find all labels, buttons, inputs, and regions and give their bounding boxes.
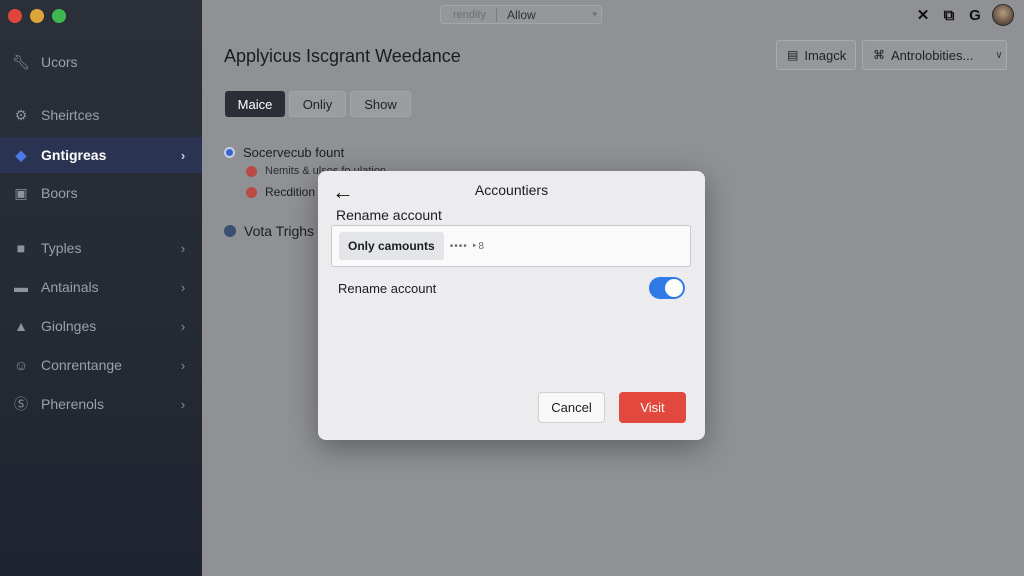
search-value: Allow: [507, 7, 536, 22]
tree-root-label: Vota Trighs: [244, 223, 315, 239]
segment-show[interactable]: Show: [350, 91, 411, 117]
search-placeholder: rendity: [453, 8, 487, 21]
sidebar-item-label: Gntigreas: [41, 147, 107, 163]
sidebar-item-label: Antainals: [41, 279, 99, 295]
maximize-window-button[interactable]: [52, 9, 66, 23]
toggle-label: Rename account: [338, 281, 437, 296]
account-chip[interactable]: Only camounts: [339, 232, 444, 260]
rename-account-dialog: Accountiers ← Rename account Only camoun…: [318, 171, 705, 440]
sidebar-item-gntigreas[interactable]: ◆ Gntigreas ›: [0, 137, 202, 173]
sidebar-item-typles[interactable]: ■ Typles ›: [0, 230, 202, 266]
sidebar-item-label: Typles: [41, 240, 82, 256]
imagck-button[interactable]: ▤ Imagck: [776, 40, 856, 70]
back-arrow-icon[interactable]: ←: [332, 179, 354, 205]
segment-onliy[interactable]: Onliy: [289, 91, 346, 117]
account-name-field[interactable]: Only camounts •••• ‣8: [331, 225, 691, 267]
toolbar-icons: ✕ ⧉ G: [914, 4, 1014, 26]
segment-maice[interactable]: Maice: [225, 91, 285, 117]
toggle-knob: [665, 279, 683, 297]
chevron-right-icon: ›: [180, 240, 186, 256]
sidebar-item-label: Conrentange: [41, 357, 122, 373]
folder-icon: ■: [16, 240, 26, 256]
antrolobities-label: Antrolobities...: [891, 47, 974, 63]
chevron-down-icon[interactable]: ▾: [592, 9, 597, 20]
sidebar-item-label: Sheirtces: [41, 107, 100, 123]
masked-value: •••• ‣8: [449, 240, 485, 252]
visit-button[interactable]: Visit: [619, 392, 686, 423]
sidebar-item-label: Ucors: [41, 54, 78, 70]
rename-toggle[interactable]: [649, 277, 685, 299]
sidebar-item-label: Giolnges: [41, 318, 97, 334]
status-dot-icon: [246, 165, 257, 177]
diamond-icon: ◆: [15, 146, 27, 163]
tree-root[interactable]: Vota Trighs: [224, 223, 314, 239]
inbox-icon: ▬: [14, 279, 28, 295]
status-dot-icon: [224, 225, 236, 237]
chevron-down-icon: ∨: [995, 49, 1003, 61]
sidebar-item-ucors[interactable]: 🔧︎ Ucors: [0, 44, 202, 80]
box-icon: ▣: [14, 184, 28, 201]
cancel-button[interactable]: Cancel: [538, 392, 605, 423]
smiley-icon: ☺: [13, 357, 29, 373]
sidebar-item-giolnges[interactable]: ▲ Giolnges ›: [0, 308, 202, 344]
triangle-icon: ▲: [14, 318, 28, 334]
dollar-circle-icon: Ⓢ: [14, 396, 28, 412]
tree-child[interactable]: Recdition: [246, 185, 315, 199]
status-dot-icon: [246, 186, 257, 198]
tree-root-label: Socervecub fount: [243, 145, 345, 160]
divider: [496, 7, 498, 22]
top-search-field[interactable]: rendity Allow ▾: [440, 5, 602, 24]
tree-child-label: Recdition: [265, 185, 316, 199]
antrolobities-dropdown[interactable]: ⌘ Antrolobities... ∨: [862, 40, 1007, 70]
chevron-right-icon: ›: [180, 396, 186, 412]
gear-icon: ⚙: [14, 106, 28, 123]
google-icon[interactable]: G: [966, 6, 984, 24]
link-icon: ⌘: [873, 48, 885, 62]
sidebar-item-pherenols[interactable]: Ⓢ Pherenols ›: [0, 386, 202, 422]
sidebar: 🔧︎ Ucors ⚙ Sheirtces ◆ Gntigreas › ▣ Boo…: [0, 0, 202, 576]
chevron-right-icon: ›: [180, 357, 186, 373]
window-controls: [8, 9, 66, 23]
sidebar-item-antainals[interactable]: ▬ Antainals ›: [0, 269, 202, 305]
close-window-button[interactable]: [8, 9, 22, 23]
dialog-title: Accountiers: [474, 182, 549, 198]
field-label: Rename account: [336, 207, 442, 223]
sidebar-item-conrentange[interactable]: ☺ Conrentange ›: [0, 347, 202, 383]
chevron-right-icon: ›: [180, 318, 186, 334]
minimize-window-button[interactable]: [30, 9, 44, 23]
chevron-right-icon: ›: [180, 279, 186, 295]
sidebar-item-boors[interactable]: ▣ Boors: [0, 175, 202, 211]
tree-root[interactable]: Socervecub fount: [224, 145, 344, 160]
sidebar-item-label: Boors: [41, 185, 78, 201]
sidebar-item-sheirtces[interactable]: ⚙ Sheirtces: [0, 97, 202, 133]
window-icon[interactable]: ⧉: [940, 6, 958, 24]
avatar[interactable]: [992, 4, 1014, 26]
sidebar-item-label: Pherenols: [41, 396, 105, 412]
page-title: Applyicus Iscgrant Weedance: [224, 46, 461, 66]
wrench-icon: 🔧︎: [12, 53, 30, 70]
radio-selected-icon: [224, 147, 235, 158]
list-icon: ▤: [787, 48, 799, 62]
chevron-right-icon: ›: [180, 147, 186, 163]
imagck-label: Imagck: [804, 47, 847, 63]
close-icon[interactable]: ✕: [914, 6, 932, 24]
